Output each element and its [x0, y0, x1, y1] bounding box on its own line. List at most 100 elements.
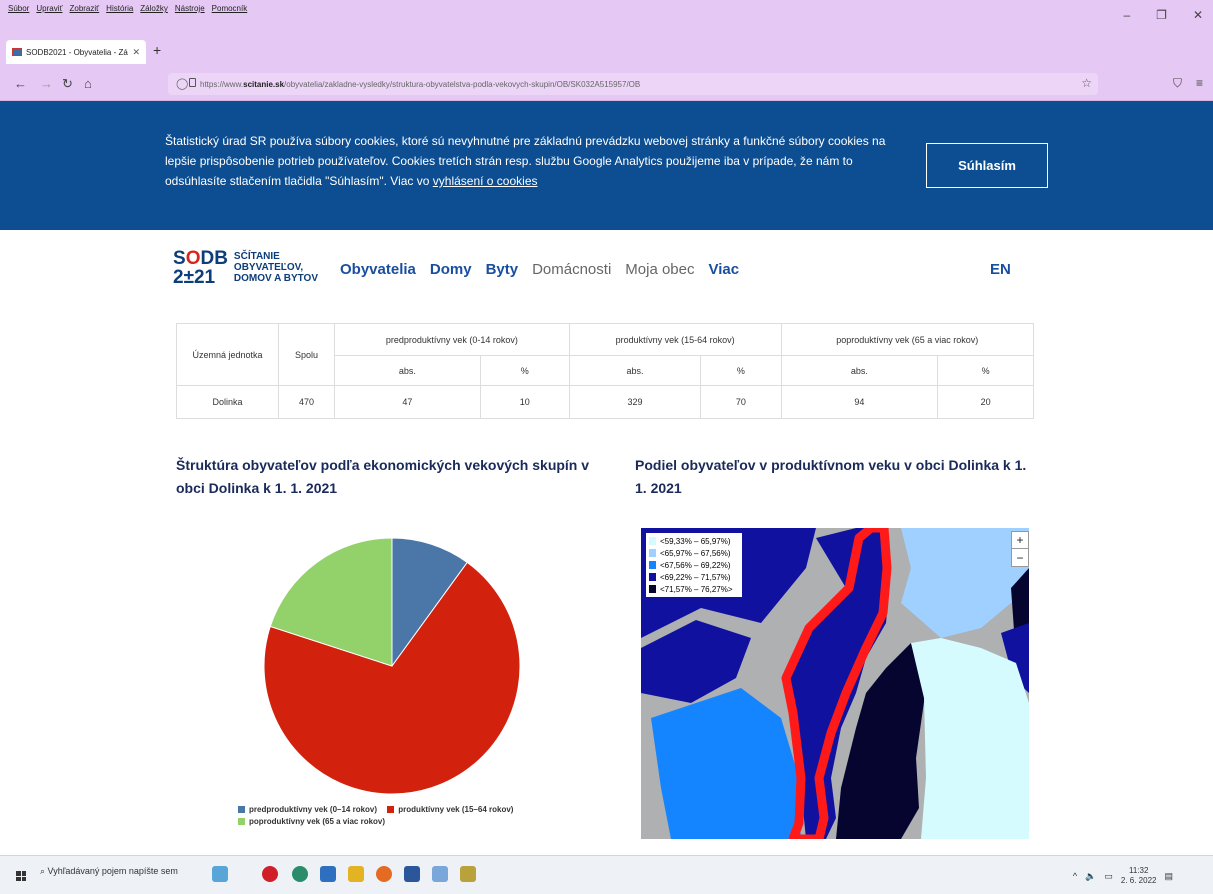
map-zoom-control: + −	[1011, 531, 1029, 567]
language-switch[interactable]: EN	[990, 261, 1011, 278]
menu-item[interactable]: História	[106, 4, 133, 13]
word-icon[interactable]	[404, 866, 420, 882]
cookie-text: Štatistický úrad SR používa súbory cooki…	[165, 134, 886, 188]
windows-start-icon[interactable]	[16, 871, 26, 881]
map-region[interactable]	[911, 638, 1029, 839]
cookie-banner: Štatistický úrad SR používa súbory cooki…	[0, 101, 1213, 230]
url-path: /obyvatelia/zakladne-vysledky/struktura-…	[284, 79, 641, 89]
map-legend-item: <69,22% – 71,57%)	[649, 571, 739, 583]
main-navigation: Obyvatelia Domy Byty Domácnosti Moja obe…	[340, 261, 739, 278]
cookie-policy-link[interactable]: vyhlásení o cookies	[433, 174, 538, 188]
age-structure-table: Územná jednotka Spolu predproduktívny ve…	[176, 323, 1035, 419]
pocket-icon[interactable]: ⛉	[1173, 76, 1182, 91]
nav-domy[interactable]: Domy	[430, 261, 472, 278]
table-subheader: abs.	[334, 355, 481, 386]
map-legend-item: <65,97% – 67,56%)	[649, 547, 739, 559]
shield-icon[interactable]: ◯	[176, 77, 188, 90]
address-bar[interactable]: ◯ https://www. scitanie.sk/obyvatelia/zak…	[168, 73, 1098, 95]
table-header-group: poproduktívny vek (65 a viac rokov)	[780, 323, 1035, 356]
firefox-icon[interactable]	[376, 866, 392, 882]
browser-menubar: Súbor Upraviť Zobraziť História Záložky …	[0, 0, 1213, 38]
calendar-app-icon[interactable]	[320, 866, 336, 882]
table-header-group: predproduktívny vek (0-14 rokov)	[334, 323, 570, 356]
pie-legend: predproduktívny vek (0–14 rokov) produkt…	[238, 805, 521, 827]
table-subheader: %	[700, 355, 782, 386]
close-icon[interactable]: ✕	[1193, 8, 1203, 22]
legend-item: predproduktívny vek (0–14 rokov)	[238, 805, 377, 814]
menu-item[interactable]: Nástroje	[175, 4, 205, 13]
menu-item[interactable]: Zobraziť	[69, 4, 99, 13]
table-cell: 70	[700, 385, 782, 419]
pie-chart	[263, 537, 521, 795]
volume-icon[interactable]: 🔈	[1085, 871, 1096, 882]
legend-swatch	[649, 549, 656, 557]
legend-swatch	[387, 806, 395, 813]
table-header-group: produktívny vek (15-64 rokov)	[568, 323, 782, 356]
page-viewport: Štatistický úrad SR používa súbory cooki…	[0, 101, 1213, 839]
lock-icon[interactable]	[189, 78, 196, 87]
reload-icon[interactable]: ↻	[62, 76, 73, 92]
table-subheader: abs.	[568, 355, 702, 386]
legend-swatch	[238, 818, 245, 825]
menu-item[interactable]: Upraviť	[36, 4, 62, 13]
nav-domacnosti[interactable]: Domácnosti	[532, 261, 611, 278]
table-cell: 10	[479, 385, 570, 419]
bookmark-star-icon[interactable]: ☆	[1081, 76, 1092, 90]
nav-byty[interactable]: Byty	[486, 261, 519, 278]
browser-tab[interactable]: SODB2021 - Obyvatelia - Základ ✕	[6, 40, 146, 64]
tab-title: SODB2021 - Obyvatelia - Základ	[26, 47, 128, 57]
app-icon[interactable]	[460, 866, 476, 882]
close-tab-icon[interactable]: ✕	[132, 47, 140, 58]
site-logo[interactable]: SODB 2±21 SČÍTANIE OBYVATEĽOV, DOMOV A B…	[173, 249, 318, 287]
new-tab-icon[interactable]: +	[153, 42, 161, 58]
legend-swatch	[649, 573, 656, 581]
table-cell: 94	[780, 385, 939, 419]
legend-swatch	[649, 585, 656, 593]
menu-item[interactable]: Záložky	[140, 4, 168, 13]
nav-moja-obec[interactable]: Moja obec	[625, 261, 694, 278]
hamburger-menu-icon[interactable]: ≡	[1196, 76, 1203, 91]
zoom-in-button[interactable]: +	[1012, 532, 1028, 549]
logo-text: SČÍTANIE OBYVATEĽOV, DOMOV A BYTOV	[233, 251, 319, 284]
table-cell: 47	[334, 385, 481, 419]
browser-navbar: ← → ↻ ⌂ ◯ https://www. scitanie.sk/obyvat…	[0, 68, 1213, 101]
taskbar-search[interactable]: ⌕ Vyhľadávaný pojem napíšte sem	[40, 866, 178, 877]
chevron-up-icon[interactable]: ^	[1073, 871, 1077, 881]
opera-icon[interactable]	[262, 866, 278, 882]
file-explorer-icon[interactable]	[348, 866, 364, 882]
forward-icon[interactable]: →	[40, 76, 53, 91]
map-title: Podiel obyvateľov v produktívnom veku v …	[635, 457, 1027, 496]
table-row: Dolinka 470 47 10 329 70 94 20	[176, 385, 1034, 419]
url-host: scitanie.sk	[243, 79, 285, 89]
menu-item[interactable]: Súbor	[8, 4, 29, 13]
table-cell: Dolinka	[176, 385, 279, 419]
notifications-icon[interactable]: ▤	[1164, 871, 1173, 882]
map-legend-item: <59,33% – 65,97%)	[649, 535, 739, 547]
map-legend-item: <71,57% – 76,27%>	[649, 583, 739, 595]
table-subheader: abs.	[780, 355, 939, 386]
zoom-out-button[interactable]: −	[1012, 549, 1028, 566]
nav-obyvatelia[interactable]: Obyvatelia	[340, 261, 416, 278]
site-favicon-icon	[12, 48, 22, 56]
weather-widget-icon[interactable]	[212, 866, 228, 882]
back-icon[interactable]: ←	[14, 76, 27, 91]
restore-icon[interactable]: ❐	[1156, 8, 1167, 22]
tab-strip: SODB2021 - Obyvatelia - Základ ✕ +	[0, 38, 1213, 68]
menu-item[interactable]: Pomocník	[212, 4, 248, 13]
nav-viac[interactable]: Viac	[709, 261, 740, 278]
edge-icon[interactable]	[292, 866, 308, 882]
windows-taskbar: ⌕ Vyhľadávaný pojem napíšte sem ^ 🔈 ▭ 11…	[0, 855, 1213, 894]
map-legend: <59,33% – 65,97%) <65,97% – 67,56%) <67,…	[646, 533, 742, 597]
legend-item: produktívny vek (15–64 rokov)	[387, 805, 513, 814]
accept-cookies-button[interactable]: Súhlasím	[926, 143, 1048, 188]
table-cell: 470	[278, 385, 335, 419]
toolbar-right: ⛉ ≡	[1173, 76, 1203, 91]
minimize-icon[interactable]: –	[1123, 8, 1130, 22]
network-icon[interactable]: ▭	[1104, 871, 1113, 882]
taskbar-clock[interactable]: 11:32 2. 6. 2022	[1121, 866, 1157, 886]
search-app-icon[interactable]	[432, 866, 448, 882]
url-prefix: https://www.	[200, 79, 244, 89]
table-cell: 20	[937, 385, 1034, 419]
home-icon[interactable]: ⌂	[84, 76, 92, 91]
window-controls: – ❐ ✕	[1123, 8, 1203, 22]
